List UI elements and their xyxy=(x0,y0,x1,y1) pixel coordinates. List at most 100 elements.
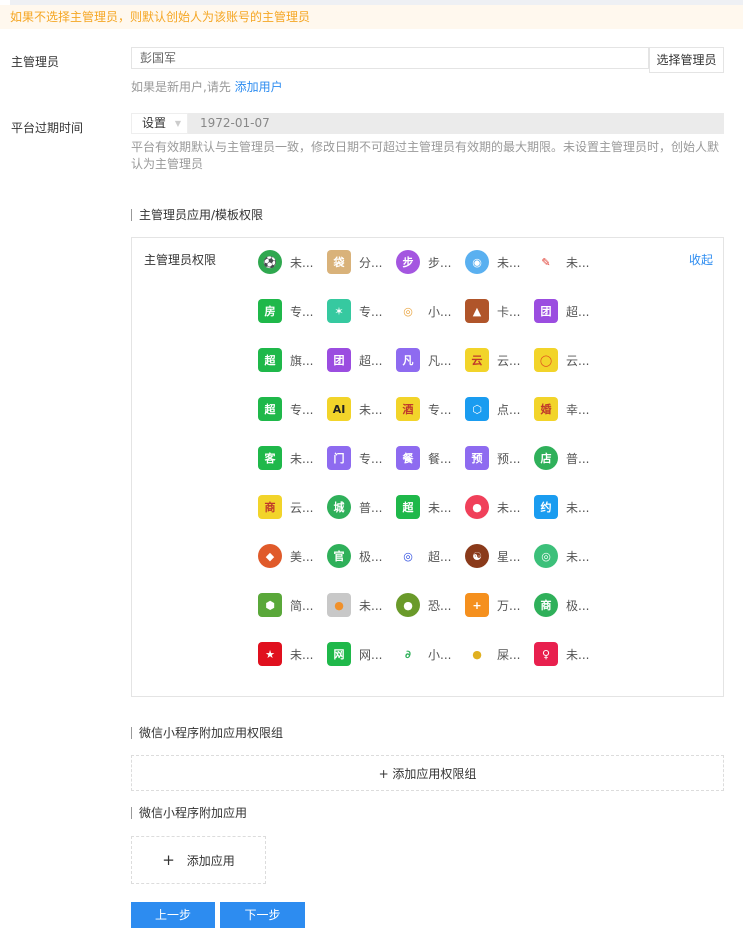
app-item[interactable]: 超未... xyxy=(396,494,462,520)
app-icon: 超 xyxy=(258,348,282,372)
app-icon: ☯ xyxy=(465,544,489,568)
app-icon: 步 xyxy=(396,250,420,274)
app-item[interactable]: 步步... xyxy=(396,249,462,275)
app-item[interactable]: ⚽ 未... xyxy=(258,249,324,275)
app-label: 专... xyxy=(290,402,314,417)
app-icon: ⬡ xyxy=(465,397,489,421)
app-icon: ♀ xyxy=(534,642,558,666)
app-item[interactable]: AI 未... xyxy=(327,396,393,422)
app-item[interactable]: ● 未... xyxy=(327,592,393,618)
app-item[interactable]: 袋分... xyxy=(327,249,393,275)
app-icon: ◎ xyxy=(396,299,420,323)
hint-text: 如果是新用户,请先 xyxy=(131,80,235,94)
app-item[interactable]: ◆ 美... xyxy=(258,543,324,569)
app-label: 未... xyxy=(359,598,383,613)
app-label: 未... xyxy=(566,500,590,515)
app-icon: ✶ xyxy=(327,299,351,323)
app-label: 超... xyxy=(359,353,383,368)
collapse-link[interactable]: 收起 xyxy=(689,251,713,268)
app-label: 普... xyxy=(566,451,590,466)
app-icon: 预 xyxy=(465,446,489,470)
add-user-link[interactable]: 添加用户 xyxy=(235,80,283,94)
app-item[interactable]: ● 恐... xyxy=(396,592,462,618)
app-item[interactable]: 商极... xyxy=(534,592,600,618)
app-item[interactable]: ★ 未... xyxy=(258,641,324,667)
app-icon: ◉ xyxy=(465,250,489,274)
section-extra-apps: 微信小程序附加应用 xyxy=(131,807,247,819)
app-item[interactable]: ◯ 云... xyxy=(534,347,600,373)
app-label: 未... xyxy=(566,549,590,564)
app-label: 未... xyxy=(566,647,590,662)
app-icon: 约 xyxy=(534,495,558,519)
app-label: 超... xyxy=(428,549,452,564)
app-icon: 门 xyxy=(327,446,351,470)
app-icon: 客 xyxy=(258,446,282,470)
app-label: 极... xyxy=(566,598,590,613)
app-label: 星... xyxy=(497,549,521,564)
app-item[interactable]: 餐餐... xyxy=(396,445,462,471)
app-label: 小... xyxy=(428,304,452,319)
add-app-button[interactable]: + 添加应用 xyxy=(131,836,266,884)
app-label: 餐... xyxy=(428,451,452,466)
app-item[interactable]: ◉ 未... xyxy=(465,249,531,275)
app-label: 恐... xyxy=(428,598,452,613)
app-item[interactable]: 酒专... xyxy=(396,396,462,422)
app-icon: ◯ xyxy=(534,348,558,372)
app-label: 专... xyxy=(359,451,383,466)
app-item[interactable]: 官极... xyxy=(327,543,393,569)
app-label: 分... xyxy=(359,255,383,270)
app-item[interactable]: 凡凡... xyxy=(396,347,462,373)
app-item[interactable]: 客未... xyxy=(258,445,324,471)
app-icon: ● xyxy=(327,593,351,617)
app-icon: 团 xyxy=(534,299,558,323)
app-item[interactable]: ◎ 超... xyxy=(396,543,462,569)
app-label: 未... xyxy=(428,500,452,515)
app-item[interactable]: ✶ 专... xyxy=(327,298,393,324)
app-item[interactable]: ● 屎... xyxy=(465,641,531,667)
app-item[interactable]: 超专... xyxy=(258,396,324,422)
app-item[interactable]: ⬢ 简... xyxy=(258,592,324,618)
app-label: 点... xyxy=(497,402,521,417)
app-item[interactable]: 超旗... xyxy=(258,347,324,373)
app-item[interactable]: 城普... xyxy=(327,494,393,520)
app-item[interactable]: 门专... xyxy=(327,445,393,471)
app-item[interactable]: ⬡ 点... xyxy=(465,396,531,422)
app-item[interactable]: 预预... xyxy=(465,445,531,471)
app-item[interactable]: 店普... xyxy=(534,445,600,471)
app-label: 旗... xyxy=(290,353,314,368)
app-label: 步... xyxy=(428,255,452,270)
app-label: 云... xyxy=(290,500,314,515)
app-item[interactable]: + 万... xyxy=(465,592,531,618)
app-icon: 城 xyxy=(327,495,351,519)
next-button[interactable]: 下一步 xyxy=(220,902,305,928)
app-item[interactable]: 商云... xyxy=(258,494,324,520)
expiry-mode-select[interactable]: 设置 ▼ xyxy=(131,113,188,134)
app-item[interactable]: 房专... xyxy=(258,298,324,324)
app-icon: 酒 xyxy=(396,397,420,421)
admin-input[interactable]: 彭国军 xyxy=(131,47,649,69)
app-item[interactable]: 团超... xyxy=(327,347,393,373)
app-icon: 商 xyxy=(534,593,558,617)
app-item[interactable]: ∂ 小... xyxy=(396,641,462,667)
app-item[interactable]: 网网... xyxy=(327,641,393,667)
app-item[interactable]: 团超... xyxy=(534,298,600,324)
section-extra-permission-groups: 微信小程序附加应用权限组 xyxy=(131,727,283,739)
app-icon: 房 xyxy=(258,299,282,323)
permissions-panel: 主管理员权限 收起 ⚽ 未... 袋分... 步步... ◉ 未... ✎ 未... 房专...… xyxy=(131,237,724,697)
app-item[interactable]: ♀ 未... xyxy=(534,641,600,667)
select-admin-button[interactable]: 选择管理员 xyxy=(649,47,724,73)
add-permission-group-button[interactable]: + 添加应用权限组 xyxy=(131,755,724,791)
app-item[interactable]: 云云... xyxy=(465,347,531,373)
permissions-title: 主管理员权限 xyxy=(144,253,217,267)
app-item[interactable]: ● 未... xyxy=(465,494,531,520)
app-item[interactable]: ◎ 小... xyxy=(396,298,462,324)
app-item[interactable]: 婚幸... xyxy=(534,396,600,422)
app-item[interactable]: ☯ 星... xyxy=(465,543,531,569)
app-label: 凡... xyxy=(428,353,452,368)
app-label: 简... xyxy=(290,598,314,613)
app-item[interactable]: 约未... xyxy=(534,494,600,520)
app-item[interactable]: ✎ 未... xyxy=(534,249,600,275)
prev-button[interactable]: 上一步 xyxy=(131,902,215,928)
app-item[interactable]: ▲ 卡... xyxy=(465,298,531,324)
app-item[interactable]: ◎ 未... xyxy=(534,543,600,569)
